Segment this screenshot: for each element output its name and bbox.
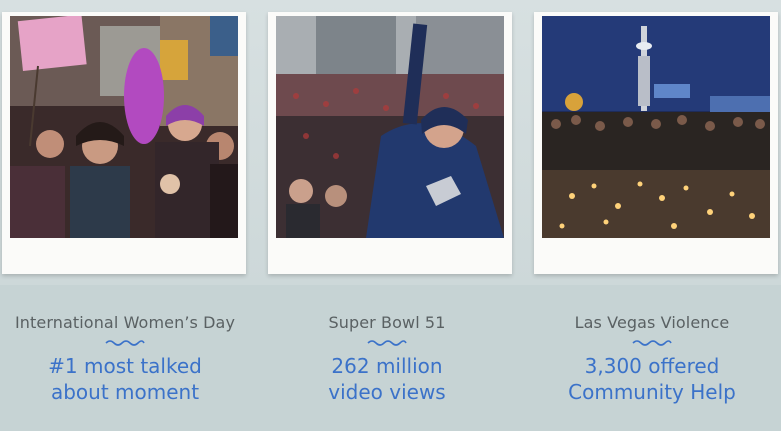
polaroid-card-womens-day[interactable] [2,12,246,274]
squiggle-divider-icon [527,338,777,352]
caption-stat-line1: 3,300 offered [584,354,720,378]
caption-stat-line2: video views [328,380,446,404]
squiggle-divider-icon [0,338,250,352]
candlelight-vigil-photo [542,16,770,238]
vigil-scene-image [542,16,770,238]
caption-las-vegas: Las Vegas Violence 3,300 offered Communi… [527,312,777,404]
crowd-scene-image [276,16,504,238]
squiggle-divider-icon [262,338,512,352]
caption-stat-line2: Community Help [568,380,736,404]
caption-womens-day: International Women’s Day #1 most talked… [0,312,250,404]
caption-stat-line1: #1 most talked [48,354,202,378]
caption-title: Super Bowl 51 [328,313,446,332]
caption-stat-line1: 262 million [331,354,443,378]
caption-title: Las Vegas Violence [574,313,730,332]
polaroid-card-super-bowl[interactable] [268,12,512,274]
caption-stat-line2: about moment [50,380,200,404]
caption-title: International Women’s Day [14,313,236,332]
protest-march-photo [10,16,238,238]
polaroid-card-las-vegas[interactable] [534,12,778,274]
protest-scene-image [10,16,238,238]
caption-super-bowl: Super Bowl 51 262 million video views [262,312,512,404]
stadium-crowd-photo [276,16,504,238]
